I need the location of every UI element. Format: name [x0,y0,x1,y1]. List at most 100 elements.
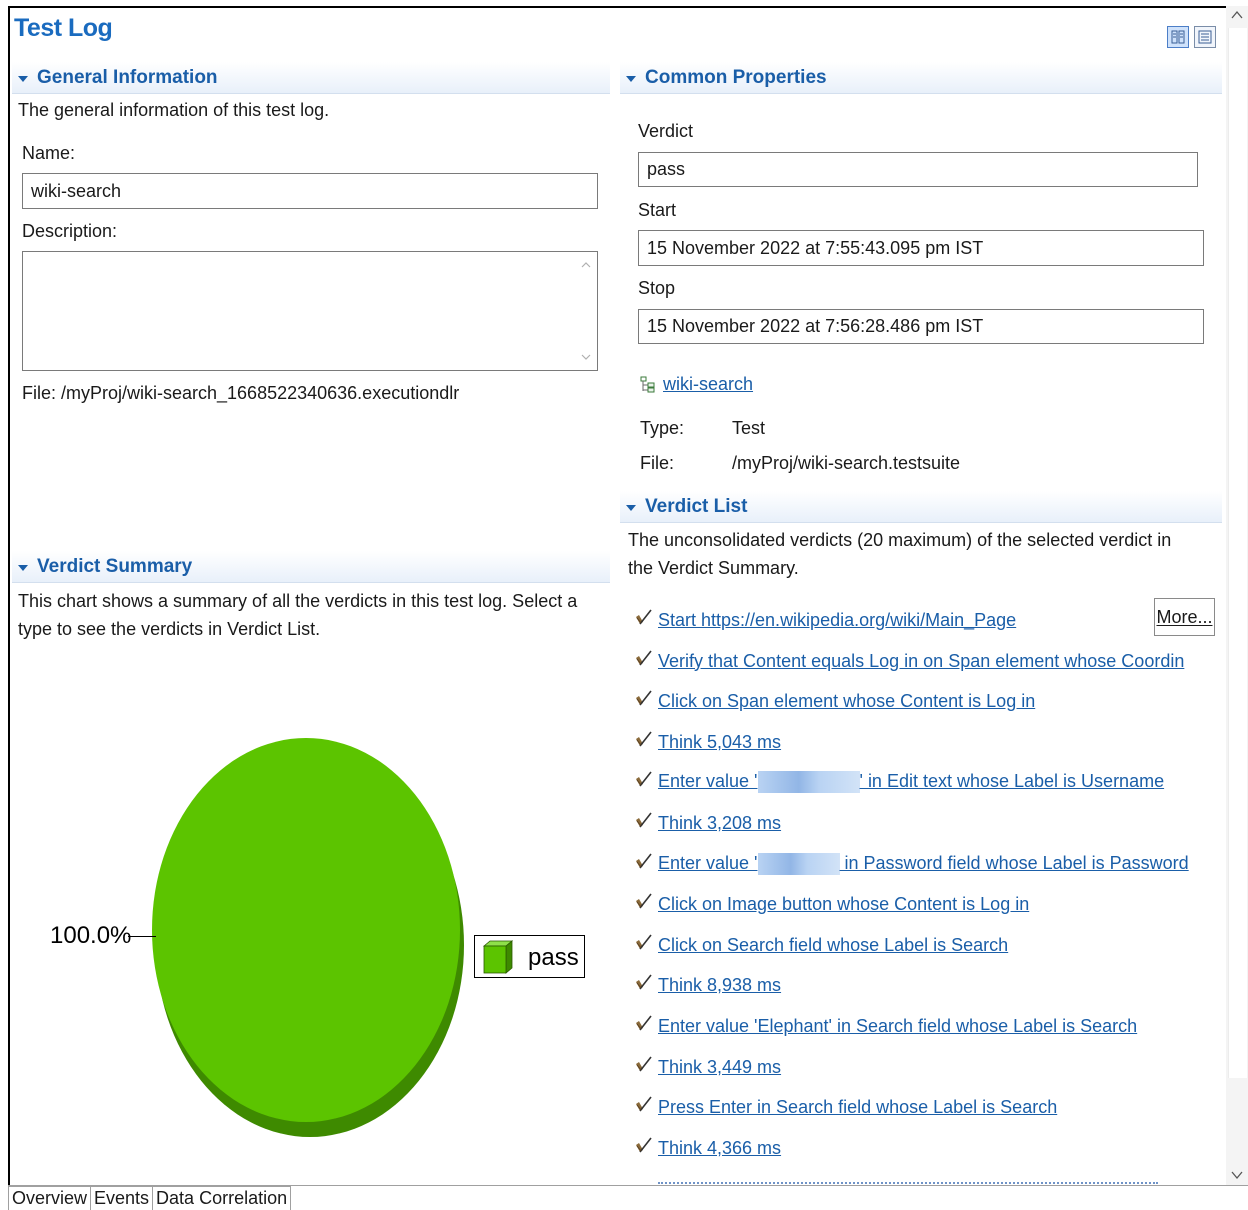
start-field[interactable]: 15 November 2022 at 7:55:43.095 pm IST [638,230,1204,266]
pie-slice-pass[interactable] [152,738,460,1122]
verdict-item-link[interactable]: Enter value ' in Password field whose La… [658,852,1189,876]
type-label: Type: [640,418,685,438]
verdict-item-text-end: ' in Edit text whose Label is Username [859,770,1165,791]
verdict-item-link[interactable]: Think 5,043 ms [658,732,781,753]
start-label: Start [638,200,677,220]
scrollbar-thumb[interactable] [1228,28,1247,1078]
suite-file-value: /myProj/wiki-search.testsuite [732,453,961,473]
two-column-layout-icon[interactable] [1167,26,1189,48]
name-input[interactable]: wiki-search [22,173,598,209]
pass-verdict-icon [636,650,652,666]
verdict-summary-header[interactable]: Verdict Summary [12,551,610,583]
textarea-scrollbar[interactable] [575,252,597,370]
pass-verdict-icon [636,893,652,909]
editor-scrollbar[interactable] [1226,6,1248,1186]
pass-verdict-icon [636,690,652,706]
layout-toggle [1167,26,1216,48]
common-properties-header[interactable]: Common Properties [620,62,1222,94]
verdict-field[interactable]: pass [638,152,1198,187]
verdict-item-text-start: Enter value ' [658,770,758,791]
tab-data-correlation[interactable]: Data Correlation [152,1186,292,1210]
type-value: Test [732,418,766,438]
pass-verdict-icon [636,1096,652,1112]
scroll-down-icon[interactable] [581,352,591,362]
tab-events[interactable]: Events [90,1186,154,1210]
verdict-item-link[interactable]: Think 3,208 ms [658,813,781,834]
more-button-label: More... [1156,606,1213,627]
collapse-caret-icon[interactable] [626,504,636,511]
scroll-up-icon[interactable] [581,260,591,270]
verdict-item-link[interactable]: Think 4,366 ms [658,1138,781,1159]
test-suite-icon [640,376,655,392]
pass-verdict-icon [636,1137,652,1153]
more-button[interactable]: More... [1154,598,1215,636]
pass-verdict-icon [636,1015,652,1031]
verdict-item-link[interactable]: Enter value ' ' in Edit text whose Label … [658,770,1165,794]
pass-verdict-icon [636,974,652,990]
verdict-item-link[interactable]: Enter value 'Elephant' in Search field w… [658,1016,1137,1037]
legend-label-pass: pass [528,944,579,971]
pass-verdict-icon [636,934,652,950]
editor-tabs: Overview Events Data Correlation [8,1186,292,1210]
verdict-list-item[interactable]: Verify that Content equals Log in on Spa… [634,648,1184,674]
pass-verdict-icon [636,609,652,625]
verdict-list-item[interactable]: Enter value ' in Password field whose La… [634,851,1189,877]
tab-data-correlation-label: Data Correlation [156,1188,288,1208]
general-information-header[interactable]: General Information [12,62,610,94]
verdict-list-item[interactable]: Click on Image button whose Content is L… [634,891,1029,917]
verdict-item-link[interactable]: Click on Search field whose Label is Sea… [658,935,1008,956]
verdict-list-header[interactable]: Verdict List [620,491,1222,523]
pass-verdict-icon [636,812,652,828]
stop-field[interactable]: 15 November 2022 at 7:56:28.486 pm IST [638,309,1204,344]
test-log-editor: Test Log General Information The general… [0,0,1248,1210]
pie-data-label: 100.0% [50,922,132,949]
verdict-list-item[interactable]: Think 3,208 ms [634,810,781,836]
verdict-list-item[interactable]: Think 8,938 ms [634,972,781,998]
verdict-list-item[interactable]: Enter value ' ' in Edit text whose Label … [634,769,1164,795]
common-properties-title: Common Properties [645,66,827,88]
verdict-item-link[interactable]: Verify that Content equals Log in on Spa… [658,651,1184,672]
verdict-list-item[interactable]: Think 5,043 ms [634,729,781,755]
description-label: Description: [22,221,118,241]
verdict-item-link[interactable]: Click on Image button whose Content is L… [658,894,1029,915]
verdict-list-title: Verdict List [645,495,748,517]
log-file-path: File: /myProj/wiki-search_1668522340636.… [22,383,460,403]
verdict-item-link[interactable]: Think 3,449 ms [658,1057,781,1078]
verdict-list-item[interactable]: Think 3,449 ms [634,1054,781,1080]
pass-verdict-icon [636,731,652,747]
verdict-item-link[interactable]: Start https://en.wikipedia.org/wiki/Main… [658,610,1016,631]
name-label: Name: [22,143,76,163]
scroll-down-icon[interactable] [1231,1170,1243,1180]
collapse-caret-icon[interactable] [18,75,28,82]
verdict-list-item[interactable]: Press Enter in Search field whose Label … [634,1094,1057,1120]
verdict-item-text-start: Enter value ' [658,852,758,873]
redacted-value [757,771,860,794]
collapse-caret-icon[interactable] [18,564,28,571]
suite-file-label: File: [640,453,675,473]
redacted-value [757,853,840,876]
chart-legend[interactable]: pass [474,935,585,978]
single-column-layout-icon[interactable] [1194,26,1216,48]
general-information-title: General Information [37,66,218,88]
verdict-label: Verdict [638,121,694,141]
page-title: Test Log [14,14,113,42]
collapse-caret-icon[interactable] [626,75,636,82]
verdict-item-link[interactable]: Click on Span element whose Content is L… [658,691,1035,712]
verdict-item-link[interactable]: Press Enter in Search field whose Label … [658,1097,1057,1118]
pie-label-leader [128,936,156,937]
verdict-list-description: The unconsolidated verdicts (20 maximum)… [628,530,1172,578]
verdict-list-item[interactable]: Click on Span element whose Content is L… [634,688,1035,714]
test-suite-link[interactable]: wiki-search [663,374,753,395]
tab-overview[interactable]: Overview [8,1186,92,1210]
description-textarea[interactable] [22,251,598,371]
verdict-item-link[interactable]: Think 8,938 ms [658,975,781,996]
frame-border-top [8,6,1248,8]
verdict-list-item[interactable]: Click on Search field whose Label is Sea… [634,932,1008,958]
verdict-list-item[interactable]: Think 4,366 ms [634,1135,781,1161]
test-suite-link-row: wiki-search [640,374,753,395]
frame-border-left [8,6,10,1186]
scroll-up-icon[interactable] [1231,10,1243,20]
verdict-list-item[interactable]: Start https://en.wikipedia.org/wiki/Main… [634,607,1016,633]
verdict-list-item[interactable]: Enter value 'Elephant' in Search field w… [634,1013,1137,1039]
verdict-summary-title: Verdict Summary [37,555,193,577]
